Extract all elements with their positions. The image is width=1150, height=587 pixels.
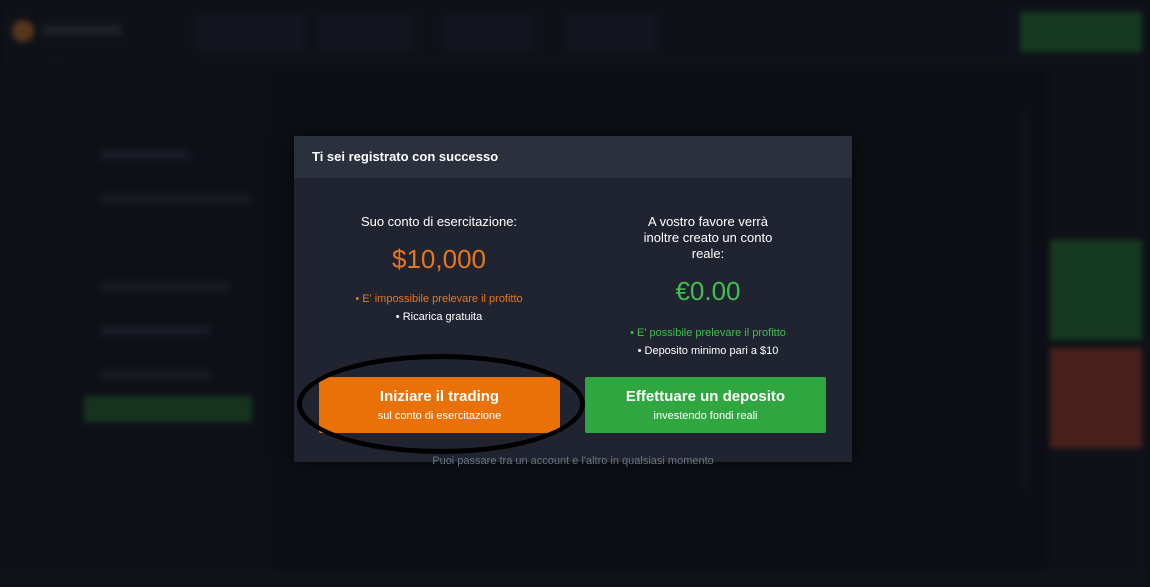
practice-balance: $10,000 bbox=[392, 244, 486, 274]
start-trading-button[interactable]: Iniziare il trading sul conto di esercit… bbox=[319, 377, 560, 433]
real-note-min-deposit: • Deposito minimo pari a $10 bbox=[637, 345, 779, 357]
practice-note-refill: • Ricarica gratuita bbox=[395, 311, 483, 323]
make-deposit-sublabel: investendo fondi reali bbox=[653, 410, 758, 422]
make-deposit-label: Effettuare un deposito bbox=[625, 388, 786, 405]
real-account-title: A vostro favore verrà inoltre creato un … bbox=[643, 214, 773, 261]
start-trading-sublabel: sul conto di esercitazione bbox=[377, 410, 502, 422]
switch-account-note: Puoi passare tra un account e l'altro in… bbox=[432, 455, 714, 467]
start-trading-label: Iniziare il trading bbox=[379, 388, 500, 405]
practice-note-profit: • E' impossibile prelevare il profitto bbox=[355, 293, 523, 305]
real-account-column: A vostro favore verrà inoltre creato un … bbox=[564, 178, 852, 357]
real-note-profit: • E' possibile prelevare il profitto bbox=[630, 327, 786, 339]
practice-account-column: Suo conto di esercitazione: $10,000 • E'… bbox=[294, 178, 584, 323]
registration-modal: Ti sei registrato con successo Suo conto… bbox=[294, 136, 852, 462]
practice-account-title: Suo conto di esercitazione: bbox=[360, 214, 518, 229]
real-balance: €0.00 bbox=[675, 276, 741, 306]
modal-title: Ti sei registrato con successo bbox=[294, 136, 852, 178]
make-deposit-button[interactable]: Effettuare un deposito investendo fondi … bbox=[585, 377, 826, 433]
